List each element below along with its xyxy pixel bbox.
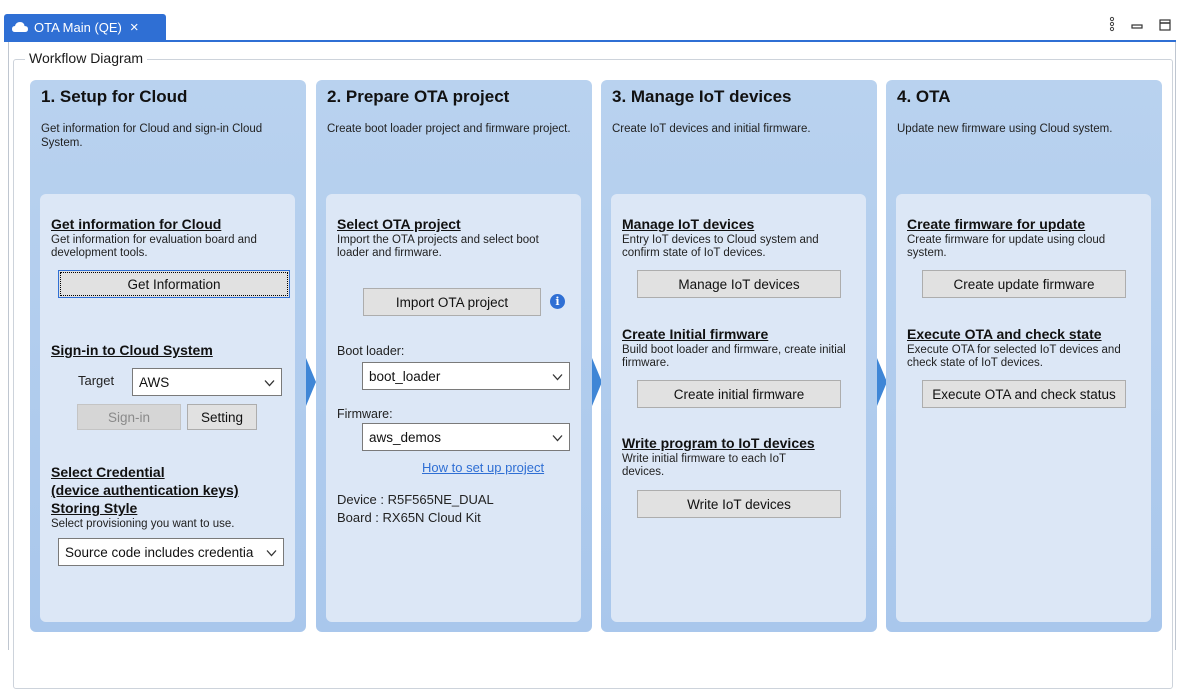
- cloud-icon: [12, 22, 28, 32]
- initial-firmware-desc: Build boot loader and firmware, create i…: [622, 344, 846, 369]
- tab-title: OTA Main (QE): [34, 19, 122, 35]
- device-info: Device : R5F565NE_DUAL: [337, 492, 494, 507]
- view-toolbar: [1109, 16, 1171, 37]
- flow-arrow-icon: [306, 358, 316, 406]
- execute-ota-button[interactable]: Execute OTA and check status: [922, 380, 1126, 408]
- info-icon[interactable]: i: [550, 294, 565, 309]
- credential-select-value: Source code includes credentia: [65, 544, 254, 560]
- manage-iot-devices-button[interactable]: Manage IoT devices: [637, 270, 841, 298]
- column-description: Create IoT devices and initial firmware.: [612, 123, 811, 135]
- column-prepare-ota: 2. Prepare OTA project Create boot loade…: [316, 80, 592, 632]
- manage-iot-title: Manage IoT devices: [622, 216, 755, 232]
- execute-ota-title: Execute OTA and check state: [907, 326, 1102, 342]
- board-info: Board : RX65N Cloud Kit: [337, 510, 481, 525]
- signin-button[interactable]: Sign-in: [77, 404, 181, 430]
- chevron-down-icon: [552, 430, 563, 445]
- create-update-firmware-button[interactable]: Create update firmware: [922, 270, 1126, 298]
- select-ota-desc: Import the OTA projects and select boot …: [337, 234, 539, 259]
- column-setup-cloud: 1. Setup for Cloud Get information for C…: [30, 80, 306, 632]
- get-information-button[interactable]: Get Information: [58, 270, 290, 298]
- credential-desc: Select provisioning you want to use.: [51, 518, 235, 530]
- column-content: Get information for Cloud Get informatio…: [40, 194, 295, 622]
- column-ota: 4. OTA Update new firmware using Cloud s…: [886, 80, 1162, 632]
- chevron-down-icon: [264, 375, 275, 390]
- column-title: 4. OTA: [897, 87, 951, 106]
- column-description: Create boot loader project and firmware …: [327, 123, 571, 135]
- maximize-icon[interactable]: [1159, 18, 1171, 36]
- credential-title-line3: Storing Style: [51, 500, 138, 516]
- chevron-down-icon: [263, 544, 277, 560]
- setting-button[interactable]: Setting: [187, 404, 257, 430]
- chevron-down-icon: [552, 369, 563, 384]
- column-description: Update new firmware using Cloud system.: [897, 123, 1113, 135]
- target-select-value: AWS: [139, 374, 170, 390]
- write-program-title: Write program to IoT devices: [622, 435, 815, 451]
- credential-title-line2: (device authentication keys): [51, 482, 239, 498]
- firmware-select-value: aws_demos: [369, 429, 442, 445]
- firmware-label: Firmware:: [337, 407, 393, 421]
- column-title: 1. Setup for Cloud: [41, 87, 188, 106]
- execute-ota-desc: Execute OTA for selected IoT devices and…: [907, 344, 1121, 369]
- bootloader-label: Boot loader:: [337, 344, 405, 358]
- tab-ota-main[interactable]: OTA Main (QE) ×: [4, 14, 166, 40]
- signin-title: Sign-in to Cloud System: [51, 342, 213, 358]
- column-title: 3. Manage IoT devices: [612, 87, 792, 106]
- bootloader-select[interactable]: boot_loader: [362, 362, 570, 390]
- column-content: Manage IoT devices Entry IoT devices to …: [611, 194, 866, 622]
- bootloader-select-value: boot_loader: [369, 368, 441, 384]
- create-initial-firmware-button[interactable]: Create initial firmware: [637, 380, 841, 408]
- firmware-select[interactable]: aws_demos: [362, 423, 570, 451]
- manage-iot-desc: Entry IoT devices to Cloud system and co…: [622, 234, 819, 259]
- column-manage-iot: 3. Manage IoT devices Create IoT devices…: [601, 80, 877, 632]
- target-label: Target: [78, 373, 115, 388]
- get-info-title: Get information for Cloud: [51, 216, 222, 232]
- initial-firmware-title: Create Initial firmware: [622, 326, 769, 342]
- editor-tab-bar: OTA Main (QE) ×: [0, 0, 1181, 40]
- column-content: Select OTA project Import the OTA projec…: [326, 194, 581, 622]
- column-description: Get information for Cloud and sign-in Cl…: [41, 123, 263, 149]
- workflow-group-label: Workflow Diagram: [25, 50, 148, 66]
- create-update-title: Create firmware for update: [907, 216, 1086, 232]
- write-iot-devices-button[interactable]: Write IoT devices: [637, 490, 841, 518]
- view-menu-icon[interactable]: [1109, 16, 1115, 37]
- create-update-desc: Create firmware for update using cloud s…: [907, 234, 1106, 259]
- column-title: 2. Prepare OTA project: [327, 87, 510, 106]
- column-content: Create firmware for update Create firmwa…: [896, 194, 1151, 622]
- write-program-desc: Write initial firmware to each IoT devic…: [622, 453, 786, 478]
- get-info-desc: Get information for evaluation board and…: [51, 234, 257, 259]
- credential-select[interactable]: Source code includes credentia: [58, 538, 284, 566]
- import-ota-project-button[interactable]: Import OTA project: [363, 288, 541, 316]
- credential-title-line1: Select Credential: [51, 464, 165, 480]
- close-icon[interactable]: ×: [130, 20, 139, 35]
- howto-setup-link[interactable]: How to set up project: [422, 460, 544, 475]
- minimize-icon[interactable]: [1131, 18, 1143, 36]
- target-select[interactable]: AWS: [132, 368, 282, 396]
- select-ota-title: Select OTA project: [337, 216, 461, 232]
